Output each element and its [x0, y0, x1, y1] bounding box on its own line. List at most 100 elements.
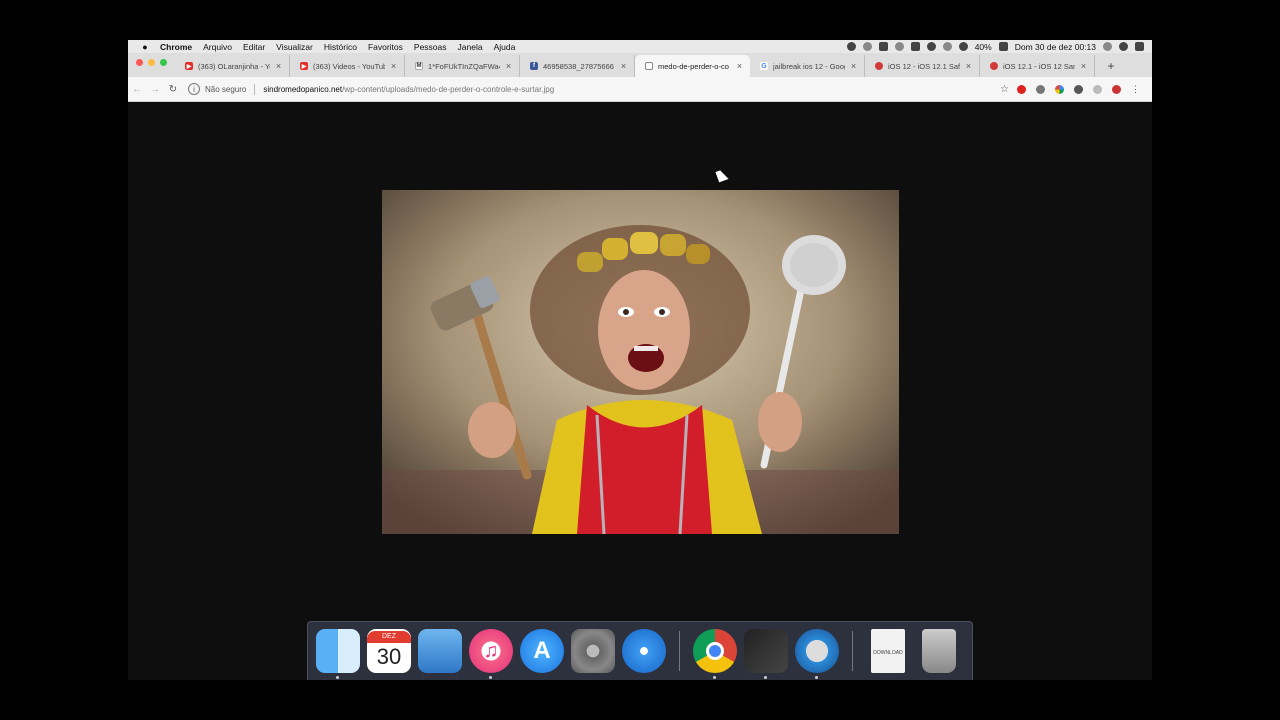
safari-dock-icon[interactable] — [622, 629, 666, 673]
tab-jailbreak-google[interactable]: G jailbreak ios 12 - Google × — [750, 55, 865, 77]
spotlight-search-icon[interactable] — [1103, 42, 1112, 51]
lock-extension-icon[interactable] — [1036, 84, 1045, 94]
calendar-dock-icon[interactable]: DEZ 30 — [367, 629, 411, 673]
reload-icon[interactable]: ↻ — [164, 84, 182, 95]
close-tab-icon[interactable]: × — [735, 61, 744, 71]
chrome-menu-icon[interactable]: ⋮ — [1131, 84, 1140, 95]
google-extension-icon[interactable] — [1055, 84, 1064, 94]
downloads-stack-dock-icon[interactable]: DOWNLOAD — [871, 629, 905, 673]
hand-extension-icon[interactable] — [1112, 84, 1121, 94]
back-icon[interactable]: ← — [128, 84, 146, 95]
youtube-icon: ▶ — [300, 62, 308, 70]
keynote-dock-icon[interactable] — [418, 629, 462, 673]
extensions: ⋮ — [1017, 84, 1152, 95]
medium-icon: M — [415, 62, 423, 70]
cloud-icon[interactable] — [862, 42, 872, 51]
record-icon[interactable] — [846, 42, 856, 51]
time-machine-icon[interactable] — [926, 42, 936, 51]
dropbox-icon[interactable] — [878, 42, 888, 51]
close-tab-icon[interactable]: × — [619, 61, 628, 71]
bookmark-star-icon[interactable]: ☆ — [1000, 84, 1009, 95]
dock-separator — [852, 631, 853, 671]
itunes-dock-icon[interactable]: ♫ — [469, 629, 513, 679]
macos-menu-bar: ● Chrome Arquivo Editar Visualizar Histó… — [128, 40, 1152, 53]
tab-title: 46958538_27875666 — [543, 61, 614, 71]
minimize-window-button[interactable] — [148, 59, 155, 66]
info-icon[interactable]: i — [188, 83, 200, 95]
tab-title: (363) Videos - YouTube — [313, 61, 385, 71]
notification-center-icon[interactable] — [1135, 42, 1144, 51]
tab-strip: ▶ (363) OLaranjinha - YouTube × ▶ (363) … — [128, 53, 1152, 77]
tab-olaranjinha[interactable]: ▶ (363) OLaranjinha - YouTube × — [175, 55, 290, 77]
new-tab-button[interactable]: + — [1101, 55, 1121, 77]
browser-toolbar: ← → ↻ i Não seguro sindromedopanico.net … — [128, 77, 1152, 102]
close-tab-icon[interactable]: × — [504, 61, 513, 71]
final-cut-pro-dock-icon[interactable] — [744, 629, 788, 679]
dock-separator — [679, 631, 680, 671]
google-icon: G — [760, 62, 768, 70]
app-menus: Chrome Arquivo Editar Visualizar Históri… — [160, 42, 515, 52]
macos-dock: DEZ 30 ♫ A DOWNLOAD — [307, 621, 973, 680]
tab-title: 1*FoFUkTInZQaFWa4n — [428, 61, 500, 71]
close-tab-icon[interactable]: × — [274, 61, 283, 71]
system-preferences-dock-icon[interactable] — [571, 629, 615, 673]
chrome-dock-icon[interactable] — [693, 629, 737, 679]
close-window-button[interactable] — [136, 59, 143, 66]
status-menus: 40% Dom 30 de dez 00:13 — [846, 42, 1152, 52]
quicktime-dock-icon[interactable] — [795, 629, 839, 679]
close-tab-icon[interactable]: × — [849, 61, 858, 71]
app-store-dock-icon[interactable]: A — [520, 629, 564, 673]
tab-videos[interactable]: ▶ (363) Videos - YouTube × — [290, 55, 405, 77]
airplay-icon[interactable] — [910, 42, 920, 51]
user-icon[interactable] — [1119, 42, 1128, 51]
divider — [254, 83, 256, 95]
url-domain: sindromedopanico.net — [263, 84, 343, 94]
menu-historico[interactable]: Histórico — [324, 42, 357, 52]
menu-editar[interactable]: Editar — [243, 42, 265, 52]
window-controls — [128, 59, 175, 77]
tab-title: iOS 12 - iOS 12.1 Safari — [888, 61, 960, 71]
tab-ios121-sandbox[interactable]: iOS 12.1 - iOS 12 Sand × — [980, 55, 1095, 77]
app-menu-chrome[interactable]: Chrome — [160, 42, 192, 52]
apple-menu-icon[interactable]: ● — [138, 42, 152, 52]
menu-arquivo[interactable]: Arquivo — [203, 42, 232, 52]
bluetooth-icon[interactable] — [942, 42, 952, 51]
trash-dock-icon[interactable] — [922, 629, 956, 673]
menu-janela[interactable]: Janela — [458, 42, 483, 52]
finder-dock-icon[interactable] — [316, 629, 360, 679]
forward-icon[interactable]: → — [146, 84, 164, 95]
page-viewport — [128, 102, 1152, 680]
extension-icon[interactable] — [894, 42, 904, 51]
tab-ios12-safari[interactable]: iOS 12 - iOS 12.1 Safari × — [865, 55, 980, 77]
battery-percent[interactable]: 40% — [975, 42, 992, 52]
red-icon — [990, 62, 998, 70]
address-bar[interactable]: i Não seguro sindromedopanico.net /wp-co… — [188, 81, 1000, 98]
displayed-photo[interactable] — [382, 190, 899, 534]
tab-title: jailbreak ios 12 - Google — [773, 61, 845, 71]
close-tab-icon[interactable]: × — [964, 61, 973, 71]
wifi-icon[interactable] — [958, 42, 968, 51]
menu-ajuda[interactable]: Ajuda — [494, 42, 516, 52]
tab-medium-image[interactable]: M 1*FoFUkTInZQaFWa4n × — [405, 55, 520, 77]
facebook-icon: f — [530, 62, 538, 70]
battery-icon[interactable] — [998, 42, 1008, 51]
left-hand — [468, 402, 516, 458]
calendar-day: 30 — [376, 644, 402, 669]
settings-extension-icon[interactable] — [1074, 84, 1083, 94]
close-tab-icon[interactable]: × — [1079, 61, 1088, 71]
tab-title: iOS 12.1 - iOS 12 Sand — [1003, 61, 1075, 71]
red-icon — [875, 62, 883, 70]
close-tab-icon[interactable]: × — [389, 61, 398, 71]
clock[interactable]: Dom 30 de dez 00:13 — [1015, 42, 1096, 52]
security-label[interactable]: Não seguro — [205, 85, 246, 94]
download-label: DOWNLOAD — [873, 650, 903, 656]
cloud-extension-icon[interactable] — [1093, 84, 1102, 94]
opera-extension-icon[interactable] — [1017, 84, 1026, 94]
menu-visualizar[interactable]: Visualizar — [276, 42, 313, 52]
tab-facebook-image[interactable]: f 46958538_27875666 × — [520, 55, 635, 77]
zoom-window-button[interactable] — [160, 59, 167, 66]
menu-favoritos[interactable]: Favoritos — [368, 42, 403, 52]
calendar-month: DEZ — [367, 631, 411, 643]
menu-pessoas[interactable]: Pessoas — [414, 42, 447, 52]
tab-medo-de-perder[interactable]: medo-de-perder-o-co × — [635, 55, 750, 77]
